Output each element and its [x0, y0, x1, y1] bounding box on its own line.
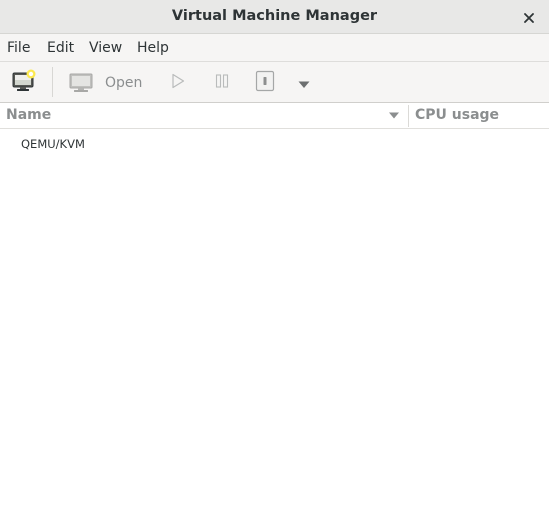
- pause-button[interactable]: [210, 71, 234, 95]
- window-title: Virtual Machine Manager: [171, 8, 378, 24]
- connection-label: QEMU/KVM: [21, 137, 85, 151]
- menu-edit[interactable]: Edit: [47, 34, 74, 61]
- column-name[interactable]: Name: [6, 103, 402, 128]
- open-label: Open: [105, 75, 143, 91]
- new-vm-button[interactable]: [8, 68, 40, 98]
- shutdown-button[interactable]: [253, 70, 277, 96]
- column-name-label: Name: [6, 107, 52, 123]
- column-divider[interactable]: [408, 105, 409, 127]
- vmm-window: Virtual Machine Manager File Edit View H…: [0, 0, 549, 520]
- menu-file[interactable]: File: [7, 34, 30, 61]
- connection-list: QEMU/KVM: [0, 129, 549, 520]
- menu-view[interactable]: View: [89, 34, 122, 61]
- new-vm-icon: [11, 68, 37, 98]
- close-button[interactable]: [517, 5, 541, 29]
- column-cpu-usage[interactable]: CPU usage: [415, 103, 545, 128]
- shutdown-icon: [255, 70, 275, 96]
- column-header: Name CPU usage: [0, 103, 549, 129]
- monitor-icon: [69, 72, 93, 98]
- list-item[interactable]: QEMU/KVM: [0, 131, 549, 157]
- pause-icon: [214, 73, 230, 93]
- close-icon: [524, 8, 534, 27]
- open-button[interactable]: Open: [66, 68, 144, 98]
- menu-bar: File Edit View Help: [0, 34, 549, 62]
- run-button[interactable]: [166, 71, 190, 95]
- shutdown-menu-button[interactable]: [293, 71, 315, 95]
- toolbar: Open: [0, 62, 549, 103]
- title-bar[interactable]: Virtual Machine Manager: [0, 0, 549, 34]
- menu-help[interactable]: Help: [137, 34, 169, 61]
- toolbar-separator: [52, 67, 53, 97]
- chevron-down-icon: [298, 74, 310, 93]
- play-icon: [170, 73, 186, 93]
